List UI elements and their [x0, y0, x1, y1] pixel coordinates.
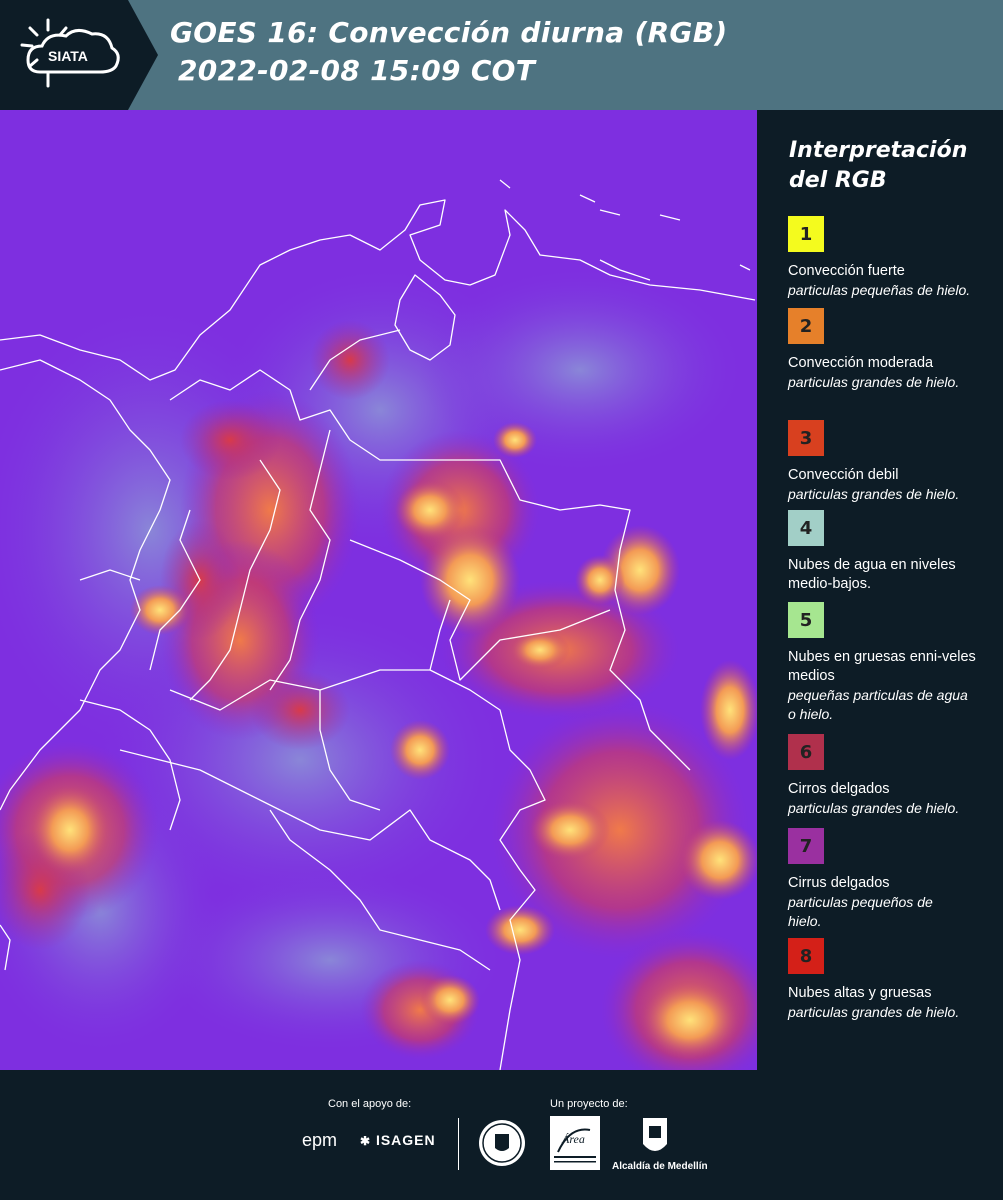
antioquia-seal-icon [477, 1118, 527, 1172]
header: SIATA GOES 16: Convección diurna (RGB) 2… [0, 0, 1003, 110]
legend-desc: pequeñas particulas de agua o hielo. [788, 687, 968, 722]
legend-panel: Interpretación del RGB 1 Convección fuer… [760, 110, 1003, 1070]
legend-label: Convección moderada [788, 355, 934, 371]
legend-swatch: 8 [788, 938, 824, 974]
legend-title: Interpretación del RGB [789, 138, 968, 193]
legend-number: 2 [799, 315, 813, 337]
legend-number: 4 [799, 517, 813, 539]
footer-divider [458, 1118, 459, 1170]
satellite-map [0, 110, 760, 1070]
legend-item: 4 Nubes de agua en niveles medio-bajos. [788, 510, 998, 594]
legend-item: 2 Convección moderada particulas grandes… [788, 308, 998, 392]
legend-item: 7 Cirrus delgados particulas pequeños de… [788, 828, 998, 931]
legend-desc: particulas grandes de hielo. [788, 1004, 960, 1020]
legend-desc: particulas pequeñas de hielo. [788, 282, 971, 298]
legend-number: 1 [799, 223, 813, 245]
legend-label: Convección debil [788, 467, 899, 483]
legend-swatch: 5 [788, 602, 824, 638]
siata-logo: SIATA [0, 0, 160, 110]
legend-label: Nubes en gruesas enni-veles medios [788, 649, 976, 684]
legend-label: Nubes altas y gruesas [788, 985, 932, 1001]
legend-label: Cirros delgados [788, 781, 890, 797]
legend-item: 5 Nubes en gruesas enni-veles medios peq… [788, 602, 998, 724]
legend-label: Cirrus delgados [788, 875, 890, 891]
legend-swatch: 3 [788, 420, 824, 456]
area-logo-text: Área [562, 1132, 585, 1146]
legend-desc: particulas grandes de hielo. [788, 374, 960, 390]
legend-item: 6 Cirros delgados particulas grandes de … [788, 734, 998, 818]
legend-item: 8 Nubes altas y gruesas particulas grand… [788, 938, 998, 1022]
legend-item: 1 Convección fuerte particulas pequeñas … [788, 216, 998, 300]
alcaldia-shield-icon [640, 1116, 670, 1162]
siata-logo-text: SIATA [48, 48, 88, 64]
page-title: GOES 16: Convección diurna (RGB) [170, 16, 728, 49]
epm-logo: epm [302, 1130, 338, 1150]
legend-item: 3 Convección debil particulas grandes de… [788, 420, 998, 504]
isagen-label: ISAGEN [375, 1132, 436, 1148]
isagen-icon: ✱ [360, 1134, 372, 1148]
page-timestamp: 2022-02-08 15:09 COT [178, 54, 536, 87]
legend-swatch: 6 [788, 734, 824, 770]
legend-desc: particulas grandes de hielo. [788, 486, 960, 502]
legend-number: 3 [799, 427, 813, 449]
alcaldia-label: Alcaldía de Medellín [612, 1161, 708, 1172]
legend-swatch: 4 [788, 510, 824, 546]
legend-number: 7 [799, 835, 813, 857]
legend-desc: particulas pequeños de hielo. [788, 894, 933, 929]
legend-swatch: 1 [788, 216, 824, 252]
isagen-logo: ✱ ISAGEN [360, 1132, 436, 1148]
project-label: Un proyecto de: [550, 1098, 628, 1110]
legend-swatch: 2 [788, 308, 824, 344]
legend-desc: particulas grandes de hielo. [788, 800, 960, 816]
legend-label: Convección fuerte [788, 263, 905, 279]
footer: Con el apoyo de: Un proyecto de: epm ✱ I… [0, 1070, 1003, 1200]
legend-swatch: 7 [788, 828, 824, 864]
legend-number: 5 [799, 609, 813, 631]
legend-number: 6 [799, 741, 813, 763]
support-label: Con el apoyo de: [328, 1098, 412, 1110]
area-metropolitana-logo: Área [550, 1116, 600, 1174]
legend-number: 8 [799, 945, 813, 967]
legend-label: Nubes de agua en niveles medio-bajos. [788, 557, 956, 592]
